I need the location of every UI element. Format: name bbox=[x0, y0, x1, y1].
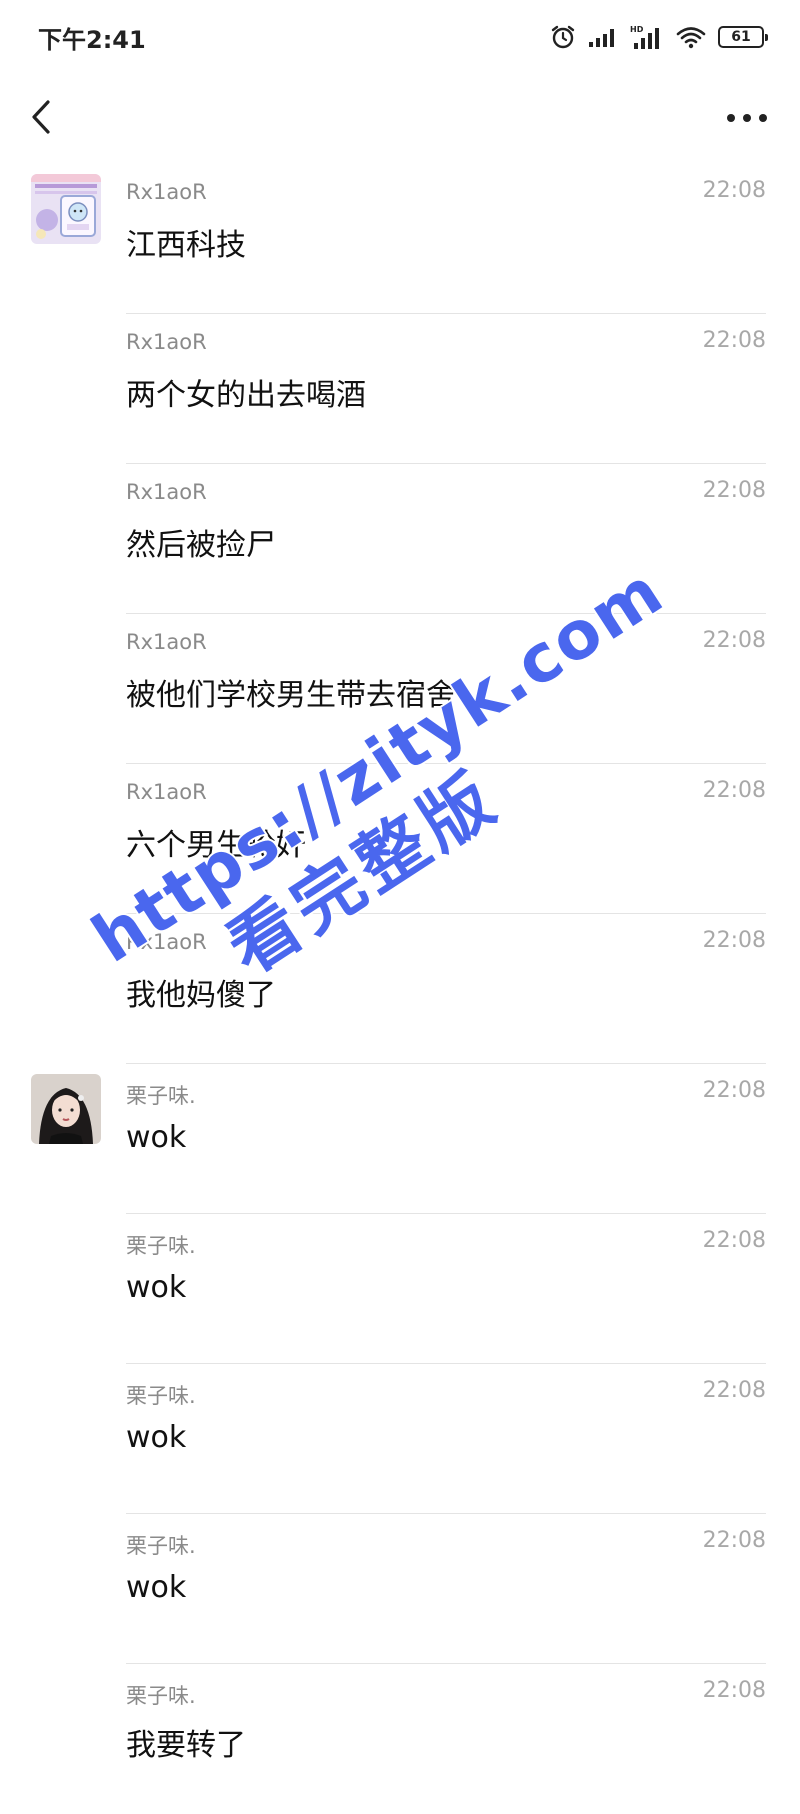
message-text: 然后被捡尸 bbox=[126, 528, 276, 563]
message-text: 江西科技 bbox=[126, 228, 246, 263]
message-row[interactable]: Rx1aoR 22:08 然后被捡尸 bbox=[0, 464, 800, 614]
message-row[interactable]: Rx1aoR 22:08 六个男生轮奸 bbox=[0, 764, 800, 914]
signal-icon bbox=[588, 26, 618, 48]
cartoon-avatar[interactable] bbox=[31, 174, 101, 244]
more-dots-icon bbox=[720, 114, 776, 142]
message-row[interactable]: 栗子味. 22:08 wok bbox=[0, 1214, 800, 1364]
sender-name: 栗子味. bbox=[126, 1084, 196, 1108]
alarm-icon bbox=[550, 24, 576, 50]
message-time: 22:08 bbox=[702, 1378, 766, 1403]
message-text: wok bbox=[126, 1420, 187, 1455]
hd-signal-icon: HD bbox=[630, 24, 664, 50]
message-text: 六个男生轮奸 bbox=[126, 828, 306, 863]
message-time: 22:08 bbox=[702, 178, 766, 203]
sender-name: 栗子味. bbox=[126, 1234, 196, 1258]
status-time: 下午2:41 bbox=[38, 26, 146, 54]
sender-name: Rx1aoR bbox=[126, 330, 207, 354]
message-time: 22:08 bbox=[702, 1078, 766, 1103]
battery-icon: 61 bbox=[718, 26, 768, 48]
message-row[interactable]: 栗子味. 22:08 wok bbox=[0, 1514, 800, 1664]
status-bar: 下午2:41 HD 61 bbox=[0, 0, 800, 72]
message-time: 22:08 bbox=[702, 328, 766, 353]
message-text: 我他妈傻了 bbox=[126, 978, 276, 1013]
message-row[interactable]: Rx1aoR 22:08 我他妈傻了 bbox=[0, 914, 800, 1064]
message-text: wok bbox=[126, 1120, 187, 1155]
sender-name: Rx1aoR bbox=[126, 780, 207, 804]
svg-text:HD: HD bbox=[630, 25, 644, 34]
message-text: wok bbox=[126, 1270, 187, 1305]
message-text: 我要转了 bbox=[126, 1728, 246, 1763]
message-row[interactable]: Rx1aoR 22:08 两个女的出去喝酒 bbox=[0, 314, 800, 464]
message-row[interactable]: Rx1aoR 22:08 被他们学校男生带去宿舍 bbox=[0, 614, 800, 764]
sender-name: 栗子味. bbox=[126, 1384, 196, 1408]
message-time: 22:08 bbox=[702, 1228, 766, 1253]
message-row[interactable]: 栗子味. 22:08 wok bbox=[0, 1064, 800, 1214]
sender-name: Rx1aoR bbox=[126, 180, 207, 204]
message-row[interactable]: Rx1aoR 22:08 江西科技 bbox=[0, 164, 800, 314]
message-time: 22:08 bbox=[702, 1678, 766, 1703]
message-list[interactable]: Rx1aoR 22:08 江西科技 Rx1aoR 22:08 两个女的出去喝酒 … bbox=[0, 164, 800, 1814]
photo-avatar[interactable] bbox=[31, 1074, 101, 1144]
status-icons: HD 61 bbox=[550, 22, 768, 52]
sender-name: 栗子味. bbox=[126, 1684, 196, 1708]
sender-name: Rx1aoR bbox=[126, 480, 207, 504]
back-button[interactable] bbox=[20, 92, 70, 142]
message-row[interactable]: 栗子味. 22:08 wok bbox=[0, 1364, 800, 1514]
nav-bar bbox=[0, 72, 800, 164]
message-text: 两个女的出去喝酒 bbox=[126, 378, 366, 413]
sender-name: 栗子味. bbox=[126, 1534, 196, 1558]
wifi-icon bbox=[676, 25, 706, 49]
chevron-left-icon bbox=[20, 100, 70, 146]
message-time: 22:08 bbox=[702, 928, 766, 953]
sender-name: Rx1aoR bbox=[126, 930, 207, 954]
more-button[interactable] bbox=[720, 98, 776, 138]
message-time: 22:08 bbox=[702, 478, 766, 503]
sender-name: Rx1aoR bbox=[126, 630, 207, 654]
message-time: 22:08 bbox=[702, 628, 766, 653]
message-time: 22:08 bbox=[702, 1528, 766, 1553]
message-time: 22:08 bbox=[702, 778, 766, 803]
message-text: wok bbox=[126, 1570, 187, 1605]
message-row[interactable]: 栗子味. 22:08 我要转了 bbox=[0, 1664, 800, 1814]
message-text: 被他们学校男生带去宿舍 bbox=[126, 678, 456, 713]
